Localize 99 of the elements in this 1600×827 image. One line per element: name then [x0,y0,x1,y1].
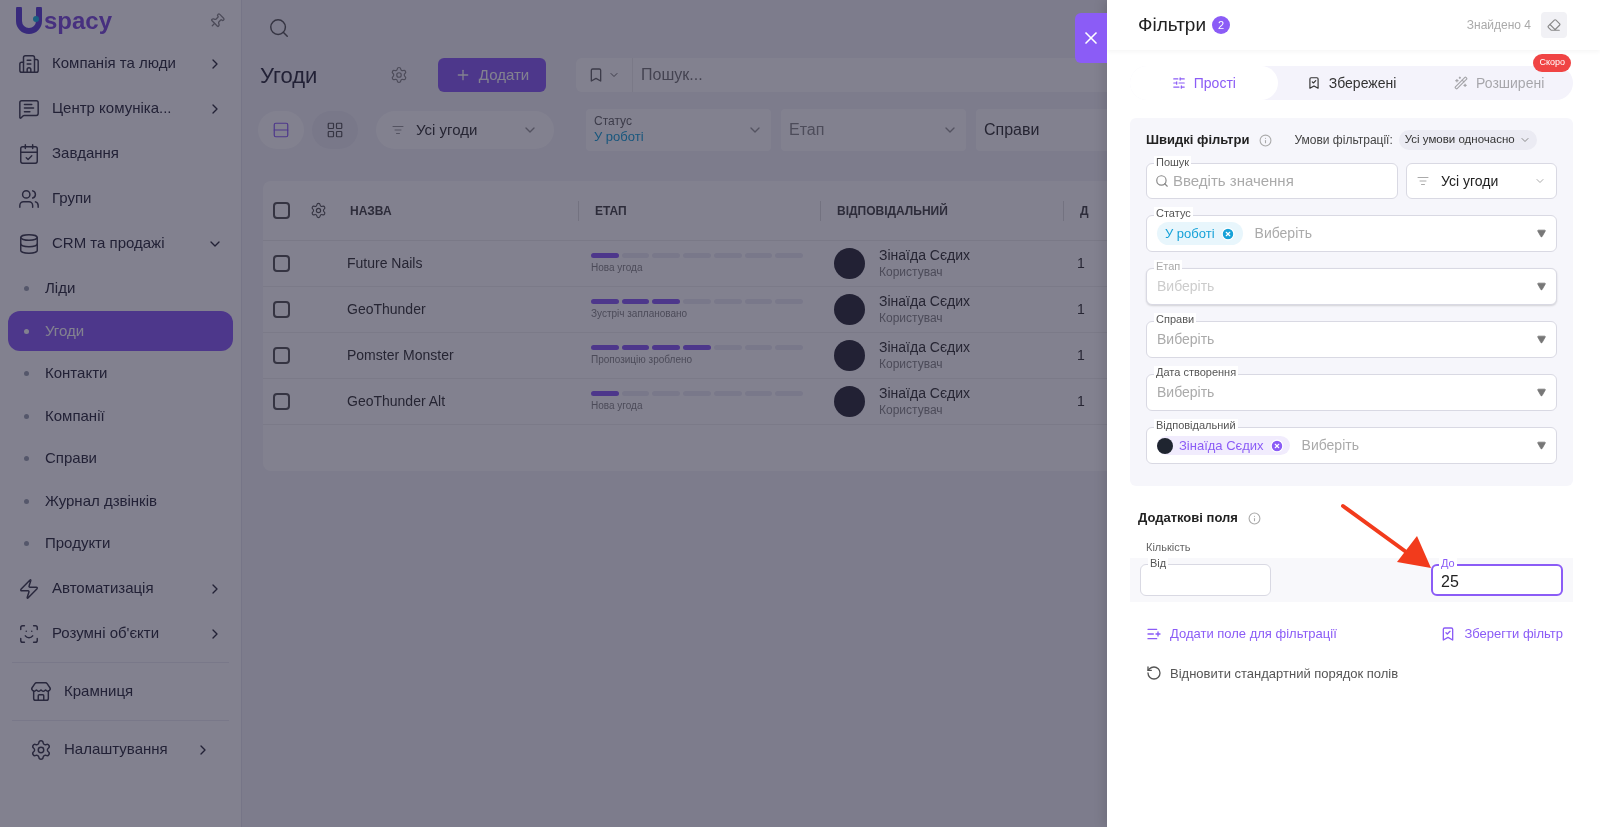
save-filter-button[interactable]: Зберегти фільтр [1440,624,1563,644]
sidebar-subitem[interactable]: Продукти [8,523,233,564]
column-header[interactable]: ЕТАП [595,201,627,220]
column-header[interactable]: Д [1080,201,1089,220]
building-icon [18,52,40,75]
reset-icon [1146,665,1162,682]
sidebar-item[interactable]: Центр комуніка... [8,86,233,131]
table-cell-text: 1 [1077,254,1085,273]
remove-icon[interactable] [1220,226,1235,241]
grid-icon [326,121,344,139]
dropdown-caret-icon [1537,282,1546,291]
avatar [834,340,865,371]
owner-name: Зінаїда Сєдих [879,247,971,265]
wand-icon [1454,76,1469,90]
filter-icon [1417,175,1429,187]
owner-name: Зінаїда Сєдих [879,385,971,403]
sidebar-subitem[interactable]: Контакти [8,353,233,394]
dropdown-caret-icon [1537,229,1546,238]
avatar [834,294,865,325]
table-cell-text: 1 [1077,392,1085,411]
field-group-label: Кількість [1146,541,1191,553]
checkbox[interactable] [273,393,290,410]
sidebar-item[interactable]: Завдання [8,131,233,176]
sidebar-item[interactable]: Крамниця [20,669,221,714]
database-icon [18,232,40,255]
lightning-icon [18,577,40,600]
eraser-icon [1547,18,1561,32]
view-toggle[interactable] [258,111,304,149]
sidebar-subitem[interactable]: Угоди [8,311,233,351]
sidebar-item[interactable]: Розумні об'єкти [8,611,233,656]
avatar [834,248,865,279]
settings-icon [30,738,52,761]
add-field-button[interactable]: Додати поле для фільтрації [1146,624,1337,644]
sidebar-subitem[interactable]: Компанії [8,396,233,436]
sliders-icon [1171,76,1186,90]
owner-name: Зінаїда Сєдих [879,339,971,357]
table-cell-text: 1 [1077,300,1085,319]
column-header[interactable]: НАЗВА [350,201,392,220]
bookmark-icon[interactable] [588,67,604,83]
user-chip[interactable]: Зінаїда Сєдих [1157,435,1290,456]
dropdown-caret-icon [1537,388,1546,397]
column-header[interactable]: ВІДПОВІДАЛЬНИЙ [837,201,948,220]
checkbox[interactable] [273,202,290,219]
search-icon[interactable] [268,16,290,39]
add-button[interactable]: Додати [438,58,546,92]
page-title: Угоди [259,61,319,90]
filter-count-badge: 2 [1212,16,1231,34]
logo-icon [16,6,42,35]
avatar [834,386,865,417]
table-cell-text: GeoThunder Alt [346,392,447,411]
sidebar-item[interactable]: Автоматизація [8,566,233,611]
results-count: Знайдено 4 [1466,17,1531,34]
list-icon [272,121,290,139]
sidebar-subitem[interactable]: Ліди [8,268,233,309]
close-button[interactable] [1075,13,1107,63]
table-cell-text: GeoThunder [346,300,427,319]
checkbox[interactable] [273,301,290,318]
filter-select[interactable]: Статус У роботі [586,109,771,151]
sidebar-subitem[interactable]: Журнал дзвінків [8,481,233,521]
sidebar-subitem[interactable]: Справи [8,438,233,479]
remove-icon[interactable] [1269,438,1284,453]
users-icon [18,187,40,210]
condition-select[interactable]: Усі умови одночасно [1398,130,1537,150]
owner-name: Зінаїда Сєдих [879,293,971,311]
soon-badge: Скоро [1533,54,1571,72]
deal-filter-select[interactable]: Усі угоди [376,111,554,149]
avatar [1157,437,1173,454]
table-cell-text: Pomster Monster [346,346,455,365]
sidebar-item[interactable]: Компанія та люди [8,41,233,86]
condition-label: Умови фільтрації: [1294,132,1393,149]
status-chip[interactable]: У роботі [1157,221,1243,246]
chat-icon [18,97,40,120]
settings-icon[interactable] [390,66,408,84]
sidebar-item[interactable]: Налаштування [20,727,221,772]
panel-title: Фільтри [1138,12,1207,37]
store-icon [30,680,52,703]
calendar-icon [18,142,40,165]
checkbox[interactable] [273,255,290,272]
reset-order-button[interactable]: Відновити стандартний порядок полів [1146,663,1399,683]
filter-tab[interactable]: Прості [1130,66,1278,100]
search-input[interactable]: Пошук... [633,63,848,87]
clear-button[interactable] [1541,12,1567,38]
filter-icon [392,124,404,136]
scan-icon [18,622,40,645]
sidebar-item[interactable]: Групи [8,176,233,221]
dropdown-caret-icon [1537,441,1546,450]
info-icon[interactable] [1247,511,1261,525]
checkbox[interactable] [273,347,290,364]
section-title: Додаткові поля [1138,509,1238,528]
info-icon[interactable] [1259,133,1273,147]
settings-icon[interactable] [310,202,327,219]
table-cell-text: 1 [1077,346,1085,365]
view-toggle[interactable] [312,111,358,149]
search-icon [1155,174,1169,188]
table-cell-text: Future Nails [346,254,424,273]
sidebar-item[interactable]: CRM та продажі [8,221,233,266]
dropdown-caret-icon [1537,335,1546,344]
bookmark-icon [1306,76,1321,90]
logo-text: spacy [44,8,113,33]
